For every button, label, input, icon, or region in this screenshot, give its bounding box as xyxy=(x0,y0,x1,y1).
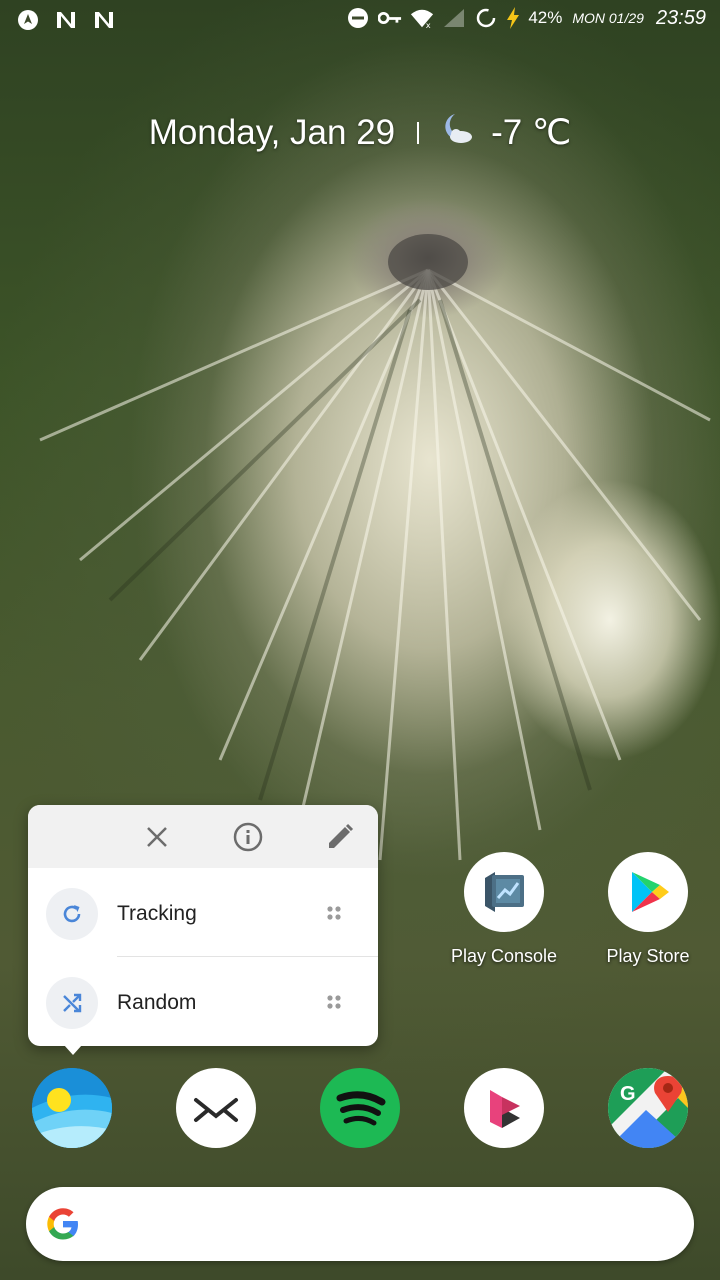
popup-pointer xyxy=(64,1045,82,1055)
svg-text:G: G xyxy=(620,1083,636,1105)
mail-app[interactable] xyxy=(176,1068,256,1148)
shortcut-random[interactable]: Random xyxy=(28,959,378,1047)
app-shortcuts-popup: Tracking Random xyxy=(28,805,378,1055)
notification-n-icon xyxy=(92,8,116,32)
vpn-key-icon xyxy=(378,6,402,30)
at-a-glance-widget[interactable]: Monday, Jan 29 -7 ℃ xyxy=(0,112,720,153)
play-store-icon xyxy=(632,872,669,912)
do-not-disturb-icon xyxy=(346,6,370,30)
drag-handle-icon[interactable] xyxy=(326,994,342,1015)
play-console-label[interactable]: Play Console xyxy=(429,946,579,967)
shortcut-label: Random xyxy=(117,991,197,1014)
moon-cloud-icon xyxy=(441,112,475,153)
svg-text:x: x xyxy=(426,20,431,29)
info-icon[interactable] xyxy=(233,822,263,852)
notification-n-icon xyxy=(54,8,78,32)
spotify-icon xyxy=(336,1091,386,1126)
wallpaper-app-icon xyxy=(32,1068,112,1148)
glance-date[interactable]: Monday, Jan 29 xyxy=(149,113,395,153)
shortcut-label: Tracking xyxy=(117,902,197,925)
status-bar: x 42% MON 01/29 23:59 xyxy=(0,0,720,40)
shortcut-tracking[interactable]: Tracking xyxy=(28,870,378,958)
pink-k-app[interactable] xyxy=(464,1068,544,1148)
status-date: MON 01/29 xyxy=(572,10,644,26)
play-store-label[interactable]: Play Store xyxy=(573,946,720,967)
drag-handle-icon[interactable] xyxy=(326,905,342,926)
play-console-icon xyxy=(485,872,524,912)
clock: 23:59 xyxy=(655,6,706,29)
popup-header xyxy=(28,805,378,868)
glance-separator xyxy=(417,121,420,144)
charging-icon xyxy=(506,6,520,30)
google-maps-icon: G xyxy=(608,1068,688,1148)
sync-circle-icon xyxy=(474,6,498,30)
wifi-icon: x xyxy=(410,6,434,30)
google-search-bar[interactable] xyxy=(26,1187,694,1261)
no-signal-icon xyxy=(442,6,466,30)
location-icon xyxy=(16,8,40,32)
google-g-icon[interactable] xyxy=(44,1205,82,1248)
refresh-icon xyxy=(46,888,98,940)
pink-k-app-icon xyxy=(490,1090,520,1128)
play-store-app[interactable] xyxy=(608,852,688,932)
shuffle-icon xyxy=(46,977,98,1029)
battery-percentage: 42% xyxy=(528,8,563,27)
glance-temperature[interactable]: -7 ℃ xyxy=(491,113,571,153)
play-console-app[interactable] xyxy=(464,852,544,932)
popup-divider xyxy=(117,956,378,957)
edit-icon[interactable] xyxy=(325,822,355,852)
close-icon[interactable] xyxy=(142,822,172,852)
mail-app-icon xyxy=(194,1098,238,1122)
wallpaper-app[interactable] xyxy=(32,1068,112,1148)
spotify-app[interactable] xyxy=(320,1068,400,1148)
google-maps-app[interactable]: G xyxy=(608,1068,688,1148)
